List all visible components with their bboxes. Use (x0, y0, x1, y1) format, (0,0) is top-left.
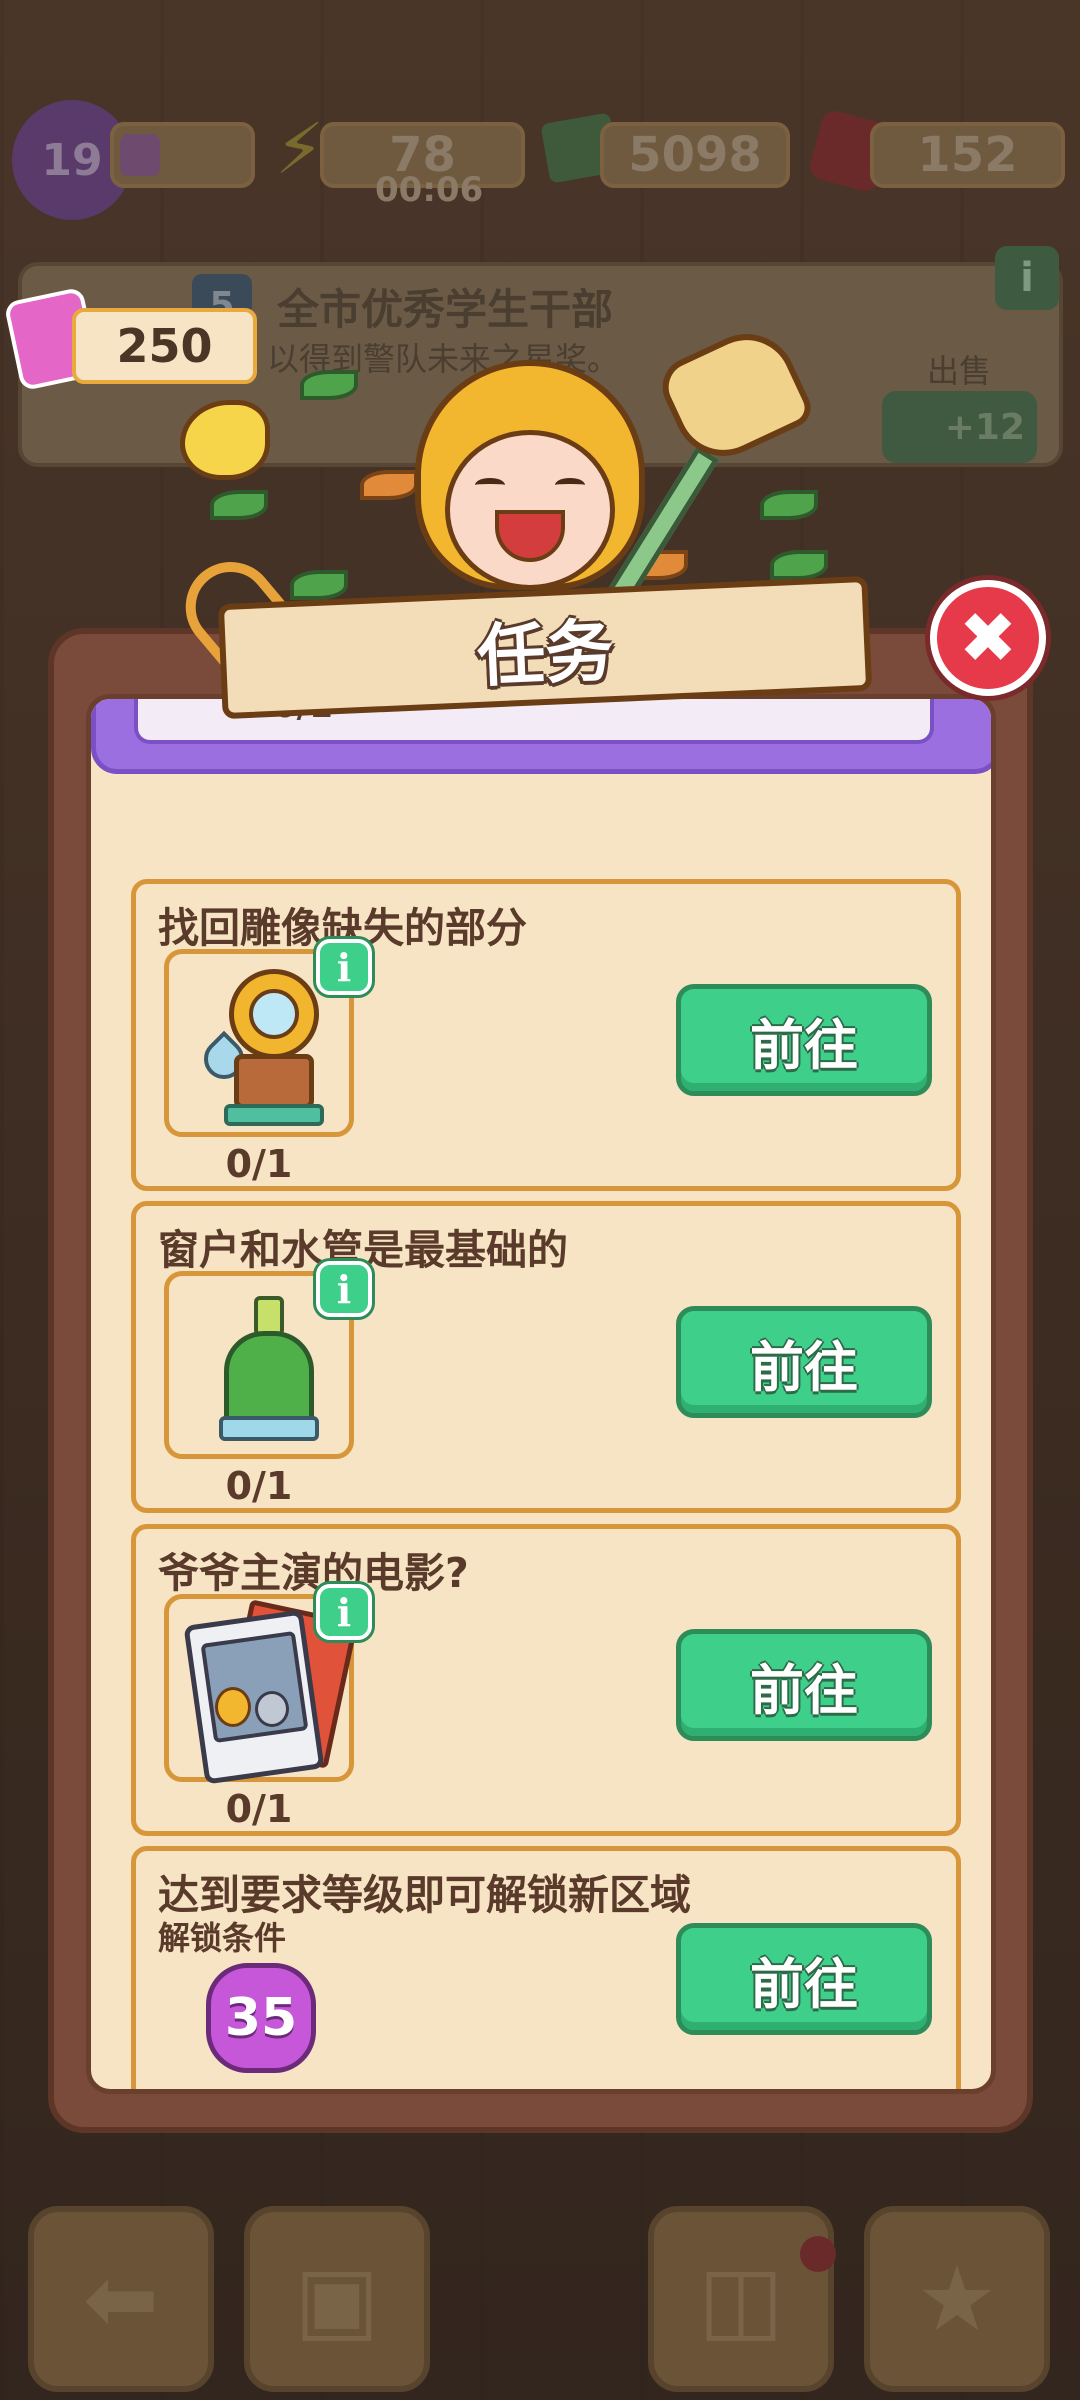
close-button[interactable]: ✖ (930, 580, 1046, 696)
info-icon[interactable]: i (316, 1261, 372, 1317)
info-icon[interactable]: i (995, 246, 1059, 310)
task-card: 找回雕像缺失的部分 i 0/1 前往 (131, 879, 961, 1191)
sell-label: 出售 (927, 352, 992, 390)
eye-icon (555, 478, 585, 492)
bottom-toolbar: ⬅ ▣ ◫ ★ (0, 2200, 1080, 2400)
info-icon[interactable]: i (316, 1584, 372, 1640)
required-level-badge: 35 (206, 1963, 316, 2073)
energy-bolt-icon: ⚡ (275, 108, 325, 190)
modal-title: 任务 (475, 612, 615, 697)
unlock-condition-label: 解锁条件 (158, 1919, 287, 1957)
info-icon[interactable]: i (316, 939, 372, 995)
close-icon: ✖ (958, 597, 1018, 679)
task-card: 达到要求等级即可解锁新区域 解锁条件 35 前往 (131, 1846, 961, 2089)
leaf-icon (760, 490, 818, 520)
task-progress: 0/1 (225, 1464, 293, 1508)
brush-icon (214, 1296, 319, 1446)
leaf-icon (290, 570, 348, 600)
cash-counter[interactable]: 5098 (600, 122, 790, 188)
go-button[interactable]: 前往 (676, 984, 932, 1096)
basket-icon[interactable]: ◫ (648, 2206, 834, 2392)
leaf-icon (210, 490, 268, 520)
chick-icon (180, 400, 270, 480)
order-title: 全市优秀学生干部 (277, 285, 614, 334)
gem-counter[interactable]: 152 (870, 122, 1065, 188)
level-progress-fill (120, 134, 160, 176)
task-title: 达到要求等级即可解锁新区域 (158, 1871, 691, 1919)
level-progress-bar (110, 122, 255, 188)
notification-dot (800, 2236, 836, 2272)
leaf-icon (770, 550, 828, 580)
energy-timer: 00:06 (375, 170, 484, 210)
backpack-icon[interactable]: ▣ (244, 2206, 430, 2392)
go-button[interactable]: 前往 (676, 1923, 932, 2035)
task-card: 爷爷主演的电影? i 0/1 前往 (131, 1524, 961, 1836)
sell-button[interactable]: +12 (882, 391, 1037, 463)
eye-icon (475, 478, 505, 492)
task-progress: 0/1 (225, 1142, 293, 1186)
top-hud: 19 ⚡ 78 00:06 5098 152 (0, 100, 1080, 220)
clipboard-star-icon[interactable]: ★ (864, 2206, 1050, 2392)
task-card: 窗户和水管是最基础的 i 0/1 前往 (131, 1201, 961, 1513)
statue-part-icon (195, 969, 324, 1129)
go-button[interactable]: 前往 (676, 1306, 932, 1418)
back-arrow-icon[interactable]: ⬅ (28, 2206, 214, 2392)
task-modal: 0/1 找回雕像缺失的部分 i 0/1 前往 窗户和水管是最基础的 (48, 628, 1033, 2133)
task-list[interactable]: 0/1 找回雕像缺失的部分 i 0/1 前往 窗户和水管是最基础的 (86, 694, 996, 2094)
go-button[interactable]: 前往 (676, 1629, 932, 1741)
leaf-icon (300, 370, 358, 400)
task-title: 爷爷主演的电影? (158, 1549, 469, 1597)
leaf-icon (360, 470, 418, 500)
task-progress: 0/1 (225, 1787, 293, 1831)
